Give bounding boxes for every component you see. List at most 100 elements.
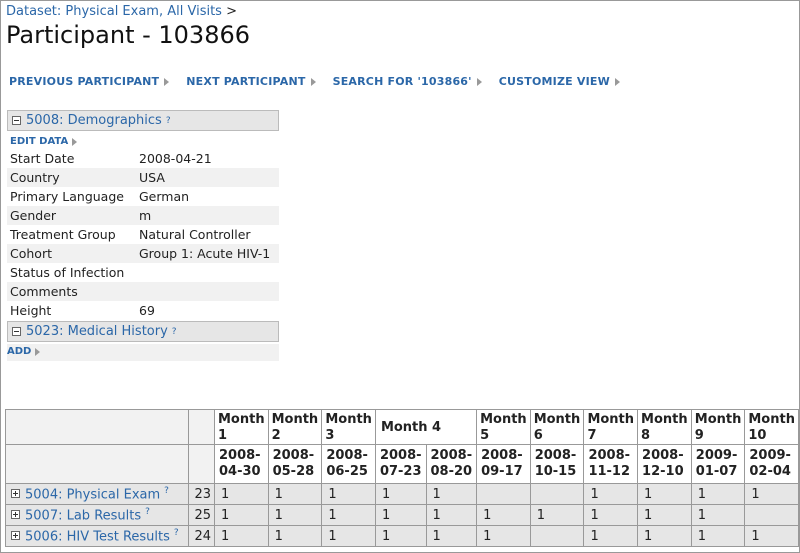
- visit-count-cell[interactable]: 1: [690, 483, 746, 505]
- demographics-row: Status of Infection: [7, 263, 279, 282]
- demographics-row: Cohort Group 1: Acute HIV-1: [7, 244, 279, 263]
- visit-grid: Month 1 Month 2 Month 3 Month 4 Month 5 Month…: [5, 409, 799, 547]
- dataset-link[interactable]: 5006: HIV Test Results: [25, 529, 170, 544]
- visit-count-cell[interactable]: 1: [374, 483, 427, 505]
- field-value: [136, 263, 279, 282]
- field-value: USA: [136, 168, 279, 187]
- demographics-row: Height 69: [7, 301, 279, 320]
- demographics-row: Comments: [7, 282, 279, 301]
- help-icon[interactable]: ?: [166, 116, 171, 126]
- previous-participant-link[interactable]: PREVIOUS PARTICIPANT: [9, 75, 170, 88]
- month-header: Month 9: [690, 409, 746, 445]
- breadcrumb-separator: >: [221, 4, 237, 19]
- visit-count-cell[interactable]: 1: [744, 525, 799, 547]
- arrow-right-icon: [614, 77, 620, 86]
- field-label: Primary Language: [10, 189, 124, 204]
- field-label: Cohort: [7, 244, 136, 263]
- visit-count-cell[interactable]: 1: [267, 525, 323, 547]
- customize-view-link[interactable]: CUSTOMIZE VIEW: [499, 75, 620, 88]
- customize-view-label: CUSTOMIZE VIEW: [498, 75, 610, 88]
- visit-count-cell[interactable]: 1: [425, 525, 478, 547]
- dataset-row-label: 5004: Physical Exam?: [5, 483, 189, 505]
- visit-count-cell[interactable]: 1: [267, 483, 323, 505]
- help-icon[interactable]: ?: [174, 528, 179, 538]
- collapse-icon[interactable]: [12, 116, 21, 125]
- visit-count-cell[interactable]: 1: [476, 525, 531, 547]
- visit-count-cell[interactable]: 1: [321, 483, 376, 505]
- edit-data-link[interactable]: EDIT DATA: [10, 136, 78, 147]
- visit-count-cell[interactable]: 1: [214, 504, 269, 526]
- demographics-dataset-link[interactable]: 5008: Demographics: [26, 113, 162, 128]
- visit-date-header: 2008- 11-12: [583, 444, 639, 484]
- help-icon[interactable]: ?: [164, 486, 169, 496]
- visit-count-cell[interactable]: 1: [476, 504, 531, 526]
- visit-count-cell[interactable]: 1: [321, 504, 376, 526]
- visit-count-cell: [744, 504, 799, 526]
- demographics-table: Start Date 2008-04-21 Country USA Primary La…: [7, 149, 279, 320]
- dataset-link[interactable]: 5004: Physical Exam: [25, 487, 160, 502]
- expand-icon[interactable]: [11, 510, 20, 520]
- edit-data-label: EDIT DATA: [10, 136, 69, 147]
- visit-count-cell[interactable]: 1: [637, 483, 692, 505]
- row-count: 25: [187, 504, 216, 526]
- field-value: [136, 282, 279, 301]
- demographics-row: Primary Language German: [7, 187, 279, 206]
- dataset-row: 5006: HIV Test Results? 24 1 1 1 1 1 1 1 1 1 1: [5, 525, 799, 547]
- month-header: Month 6: [529, 409, 585, 445]
- dataset-link[interactable]: 5007: Lab Results: [25, 508, 141, 523]
- month-header: Month 4: [374, 409, 478, 445]
- visit-count-cell[interactable]: 1: [267, 504, 323, 526]
- medical-history-panel-header: 5023: Medical History ?: [7, 321, 279, 342]
- visit-count-cell[interactable]: 1: [690, 525, 746, 547]
- field-value: m: [136, 206, 279, 225]
- row-count: 23: [187, 483, 216, 505]
- visit-count-cell: [529, 525, 585, 547]
- field-value: 69: [139, 303, 155, 318]
- search-participant-link[interactable]: SEARCH FOR '103866': [333, 75, 482, 88]
- visit-date-header: 2009- 02-04: [744, 444, 799, 484]
- medical-history-dataset-link[interactable]: 5023: Medical History: [26, 324, 168, 339]
- visit-date-header: 2008- 10-15: [529, 444, 585, 484]
- next-participant-link[interactable]: NEXT PARTICIPANT: [186, 75, 316, 88]
- visit-count-cell[interactable]: 1: [583, 483, 639, 505]
- visit-count-cell[interactable]: 1: [214, 483, 269, 505]
- field-label: Height: [10, 303, 52, 318]
- corner-cell: [5, 444, 189, 484]
- visit-count-cell[interactable]: 1: [321, 525, 376, 547]
- field-label: Comments: [7, 282, 136, 301]
- demographics-row: Gender m: [7, 206, 279, 225]
- help-icon[interactable]: ?: [145, 507, 150, 517]
- visit-count-cell: [529, 483, 585, 505]
- breadcrumb-dataset-link[interactable]: Dataset: Physical Exam, All Visits: [6, 4, 222, 19]
- add-link[interactable]: ADD: [7, 346, 41, 357]
- dataset-row-label: 5007: Lab Results?: [5, 504, 189, 526]
- visit-count-cell[interactable]: 1: [214, 525, 269, 547]
- visit-count-cell[interactable]: 1: [637, 525, 692, 547]
- visit-count-cell[interactable]: 1: [583, 525, 639, 547]
- expand-icon[interactable]: [11, 489, 20, 499]
- row-count: 24: [187, 525, 216, 547]
- demographics-row: Treatment Group Natural Controller: [7, 225, 279, 244]
- field-value: 2008-04-21: [139, 151, 212, 166]
- visit-count-cell[interactable]: 1: [529, 504, 585, 526]
- arrow-right-icon: [164, 77, 170, 86]
- collapse-icon[interactable]: [12, 327, 21, 336]
- visit-count-cell[interactable]: 1: [374, 504, 427, 526]
- visit-count-cell[interactable]: 1: [425, 504, 478, 526]
- demographics-row: Start Date 2008-04-21: [7, 149, 279, 168]
- visit-count-cell[interactable]: 1: [374, 525, 427, 547]
- visit-count-cell[interactable]: 1: [744, 483, 799, 505]
- visit-count-cell[interactable]: 1: [637, 504, 692, 526]
- visit-count-cell[interactable]: 1: [690, 504, 746, 526]
- arrow-right-icon: [35, 347, 41, 356]
- visit-count-cell[interactable]: 1: [425, 483, 478, 505]
- month-header: Month 2: [267, 409, 323, 445]
- expand-icon[interactable]: [11, 531, 20, 541]
- breadcrumb: Dataset: Physical Exam, All Visits >: [6, 4, 237, 19]
- date-header-row: 2008- 04-30 2008- 05-28 2008- 06-25 2008- 0…: [5, 444, 799, 484]
- month-header: Month 1: [214, 409, 269, 445]
- help-icon[interactable]: ?: [172, 327, 177, 337]
- field-label: Status of Infection: [10, 265, 125, 280]
- visit-count-cell[interactable]: 1: [583, 504, 639, 526]
- field-label: Gender: [7, 206, 136, 225]
